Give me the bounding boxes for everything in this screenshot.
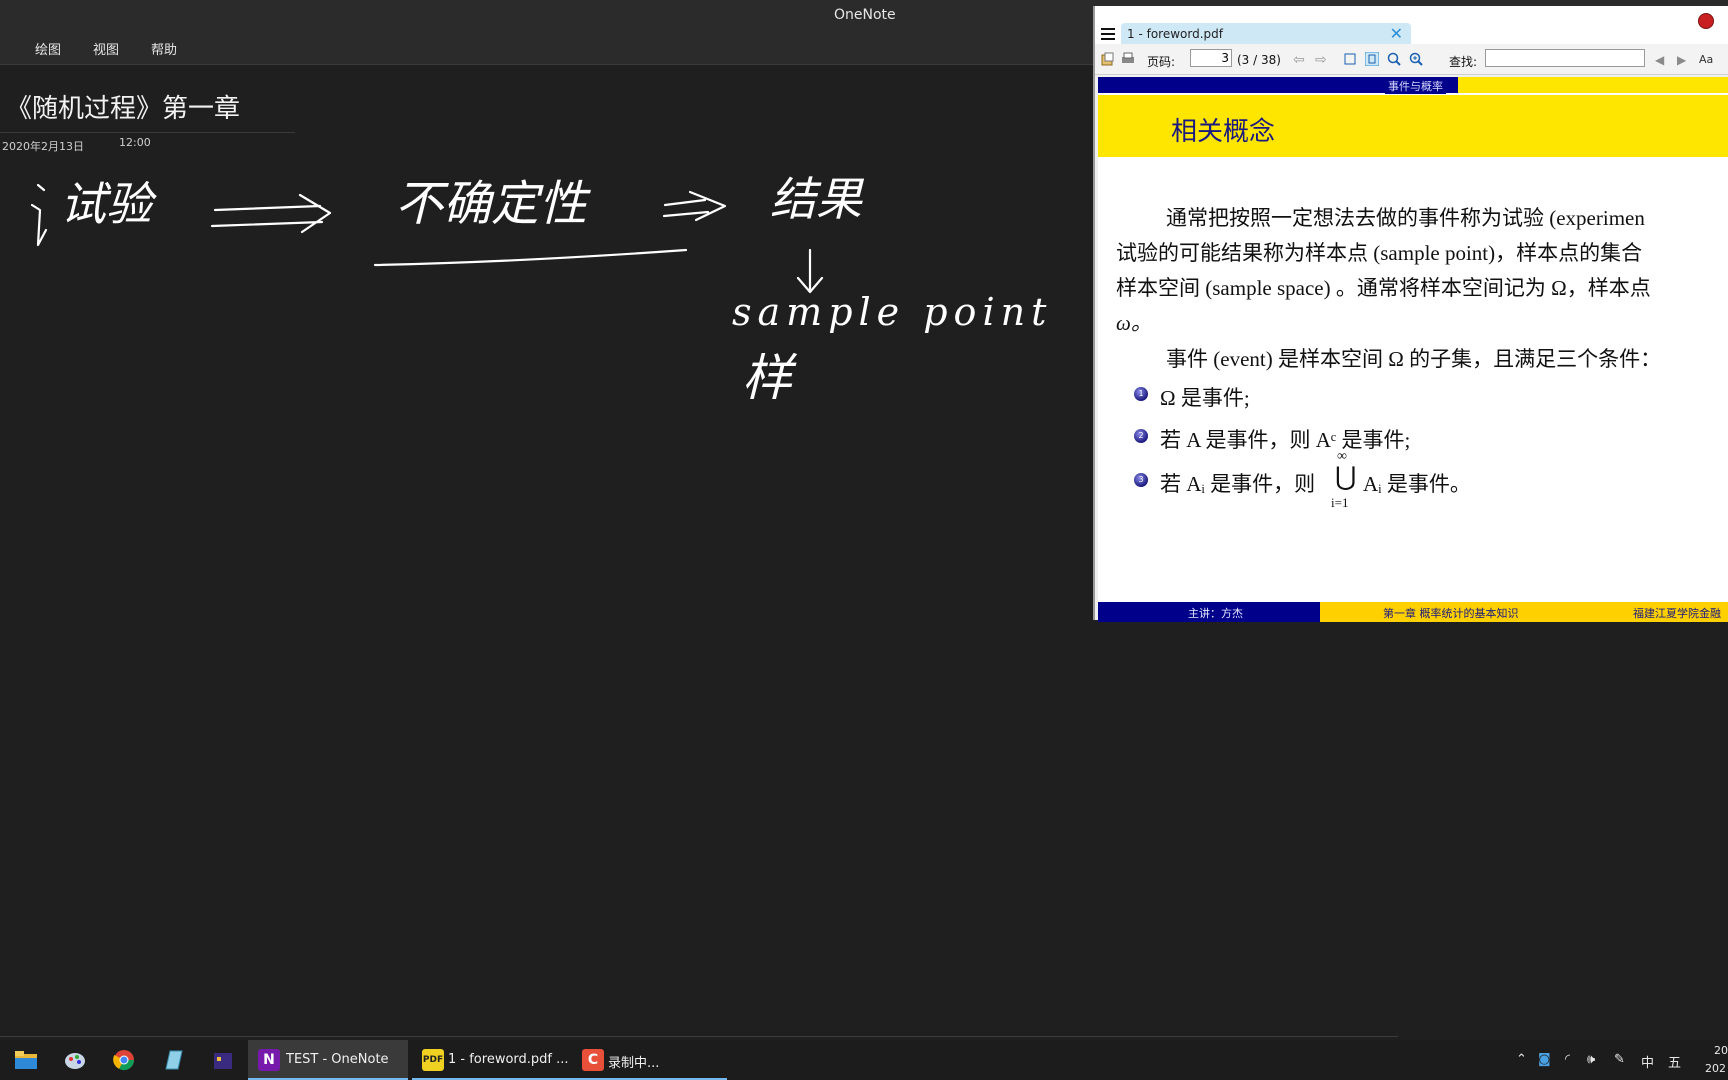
recorder-icon: C	[582, 1049, 604, 1071]
bullet-1-icon: 1	[1134, 387, 1148, 401]
app-icon[interactable]	[212, 1049, 234, 1071]
find-next-icon[interactable]: ▶	[1677, 53, 1686, 67]
ink-stroke	[210, 193, 332, 234]
taskbar-label: TEST - OneNote	[286, 1052, 389, 1067]
ime-language[interactable]: 中	[1641, 1052, 1654, 1071]
slide-text-line: 通常把按照一定想法去做的事件称为试验 (experimen	[1166, 206, 1645, 230]
slide-header-bar-accent	[1458, 77, 1728, 93]
wifi-icon[interactable]: ◜	[1565, 1052, 1570, 1067]
find-previous-icon[interactable]: ◀	[1655, 53, 1664, 67]
pdf-document-tab[interactable]: 1 - foreword.pdf ✕	[1121, 23, 1411, 45]
taskbar-recorder[interactable]: C 录制中...	[572, 1040, 727, 1080]
ink-stroke	[796, 248, 824, 294]
forward-icon[interactable]: ⇨	[1315, 52, 1329, 68]
scrollbar-track	[0, 1036, 1398, 1037]
taskbar-label: 1 - foreword.pdf ...	[448, 1052, 569, 1067]
find-input[interactable]	[1485, 49, 1645, 67]
ink-word-sample-point: sample point	[732, 290, 1052, 334]
volume-icon[interactable]: 🕪	[1587, 1052, 1595, 1067]
slide-footer-school: 福建江夏学院金融	[1633, 607, 1721, 620]
slide-footer-lecturer: 主讲：方杰	[1188, 607, 1243, 620]
ink-stroke	[30, 183, 48, 247]
back-icon[interactable]: ⇦	[1293, 52, 1307, 68]
close-tab-icon[interactable]: ✕	[1390, 24, 1403, 43]
chevron-up-icon[interactable]: ⌃	[1516, 1052, 1527, 1067]
ink-word-trial: 试验	[60, 177, 157, 231]
menu-icon[interactable]	[1101, 28, 1115, 40]
ink-stroke	[662, 190, 727, 222]
slide-bullet-text: 若 A 是事件，则 Aᶜ 是事件;	[1160, 428, 1411, 452]
page-total: (3 / 38)	[1237, 53, 1281, 67]
chrome-icon[interactable]	[113, 1049, 135, 1071]
pdf-tab-label: 1 - foreword.pdf	[1127, 27, 1223, 41]
network-app-icon[interactable]: ◙	[1538, 1052, 1551, 1067]
slide-text-line: 样本空间 (sample space) 。通常将样本空间记为 Ω，样本点	[1116, 276, 1651, 300]
taskbar: N TEST - OneNote PDF 1 - foreword.pdf ..…	[0, 1040, 1728, 1080]
page-title[interactable]: 《随机过程》第一章	[6, 88, 240, 125]
pdf-icon: PDF	[422, 1049, 444, 1071]
page-number-input[interactable]	[1190, 49, 1232, 67]
fit-width-icon[interactable]	[1343, 52, 1357, 66]
zoom-in-icon[interactable]	[1409, 52, 1423, 66]
taskbar-label: 录制中...	[608, 1056, 660, 1071]
slide-bullet-text: Ω 是事件;	[1160, 386, 1250, 410]
menu-help[interactable]: 帮助	[151, 39, 177, 58]
menu-view[interactable]: 视图	[93, 39, 119, 58]
clock-date[interactable]: 202	[1705, 1062, 1726, 1075]
find-label: 查找:	[1449, 55, 1478, 69]
fit-page-icon[interactable]	[1365, 52, 1379, 66]
paint-icon[interactable]	[64, 1050, 86, 1070]
ink-canvas[interactable]: 试验 不确定性 结果 sample point 样	[0, 150, 1090, 450]
taskbar-onenote[interactable]: N TEST - OneNote	[248, 1040, 408, 1080]
app-logo-icon	[1698, 13, 1714, 29]
ink-word-uncertainty: 不确定性	[395, 176, 591, 232]
page-label: 页码:	[1147, 55, 1176, 69]
union-symbol: ⋃	[1335, 462, 1357, 491]
title-divider	[0, 132, 295, 133]
slide-footer-chapter: 第一章 概率统计的基本知识	[1383, 607, 1519, 620]
pdf-toolbar: 页码: (3 / 38) ⇦ ⇨ 查找: ◀ ▶ Aa	[1095, 44, 1728, 75]
pdf-tab-bar: 1 - foreword.pdf ✕	[1095, 6, 1728, 45]
slide-title: 相关概念	[1171, 117, 1276, 147]
slide-bullet-text: 若 Aᵢ 是事件，则	[1160, 472, 1316, 496]
pdf-page: 事件与概率 相关概念 通常把按照一定想法去做的事件称为试验 (experimen…	[1098, 77, 1728, 622]
ink-word-sample: 样	[742, 349, 798, 407]
slide-text-line: ω。	[1116, 311, 1152, 335]
window-title: OneNote	[834, 7, 896, 23]
menu-draw[interactable]: 绘图	[35, 39, 61, 58]
zoom-out-icon[interactable]	[1387, 52, 1401, 66]
ink-stroke	[373, 248, 688, 267]
union-subscript: i=1	[1331, 495, 1349, 510]
open-icon[interactable]	[1101, 52, 1115, 66]
slide-bullet-text: Aᵢ 是事件。	[1363, 472, 1471, 496]
slide-text-line: 事件 (event) 是样本空间 Ω 的子集，且满足三个条件：	[1166, 347, 1662, 371]
bullet-3-icon: 3	[1134, 473, 1148, 487]
pdf-viewer-window: 1 - foreword.pdf ✕ 页码: (3 / 38) ⇦ ⇨ 查找: …	[1093, 6, 1728, 622]
slide-text-line: 试验的可能结果称为样本点 (sample point)，样本点的集合	[1116, 241, 1643, 265]
ink-word-result: 结果	[770, 172, 865, 226]
print-icon[interactable]	[1121, 52, 1135, 66]
clock-time[interactable]: 20	[1714, 1044, 1728, 1057]
bullet-2-icon: 2	[1134, 429, 1148, 443]
onenote-icon: N	[258, 1049, 280, 1071]
pen-icon[interactable]: ✎	[1614, 1052, 1625, 1067]
ime-mode[interactable]: 五	[1668, 1052, 1681, 1071]
notes-icon[interactable]	[162, 1049, 184, 1071]
match-case-icon[interactable]: Aa	[1699, 53, 1713, 66]
taskbar-pdf[interactable]: PDF 1 - foreword.pdf ...	[412, 1040, 572, 1080]
file-explorer-icon[interactable]	[14, 1050, 38, 1070]
slide-section: 事件与概率	[1385, 78, 1446, 94]
page-time: 12:00	[119, 136, 151, 149]
